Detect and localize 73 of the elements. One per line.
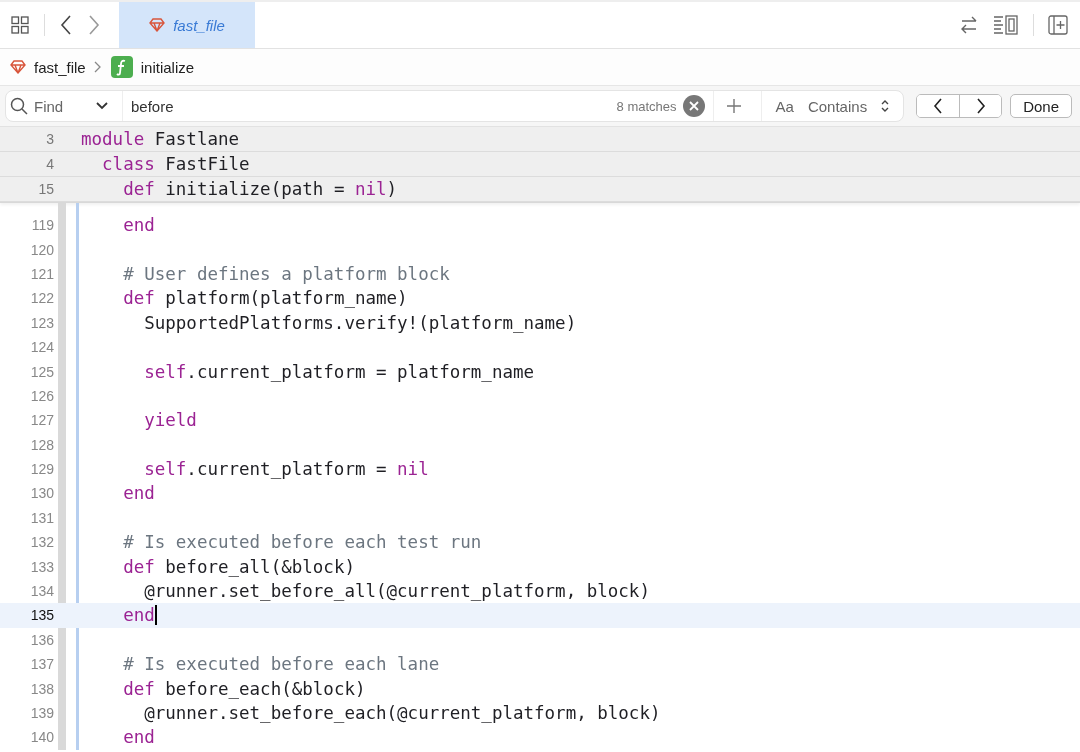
code-line: def initialize(path = nil) — [122, 179, 398, 199]
code-line: # User defines a platform block — [122, 263, 450, 284]
up-down-icon — [881, 100, 890, 112]
line-number: 138 — [29, 680, 54, 697]
code-line: self.current_platform = nil — [143, 459, 429, 480]
line-number: 130 — [29, 485, 54, 502]
code-line: yield — [143, 410, 197, 431]
grid-icon[interactable] — [10, 15, 30, 35]
line-number: 131 — [29, 509, 54, 526]
next-match-button[interactable] — [959, 95, 1002, 117]
match-count: 8 matches — [616, 98, 677, 114]
code-line: @runner.set_before_all(@current_platform, block) — [143, 581, 650, 602]
line-number: 139 — [29, 705, 54, 721]
text-cursor — [154, 605, 157, 626]
line-number: 122 — [29, 290, 54, 307]
code-line: end — [122, 727, 155, 748]
gem-icon — [149, 18, 166, 32]
function-icon — [110, 56, 133, 78]
line-number: 120 — [29, 241, 54, 258]
line-number: 119 — [30, 217, 54, 234]
previous-match-button[interactable] — [917, 95, 960, 117]
forward-icon[interactable] — [87, 14, 101, 36]
swap-icon[interactable] — [959, 16, 979, 34]
line-number: 133 — [29, 558, 54, 575]
code-line: # Is executed before each test run — [122, 532, 482, 553]
code-line: def before_all(&block) — [122, 556, 355, 577]
line-number: 3 — [45, 131, 54, 147]
line-number: 123 — [29, 314, 54, 331]
plus-icon[interactable] — [726, 99, 741, 113]
line-number: 125 — [29, 363, 54, 380]
chevron-right-icon — [975, 98, 986, 114]
line-number: 134 — [29, 583, 54, 600]
clear-icon[interactable] — [682, 95, 705, 117]
chevron-down-icon — [96, 102, 108, 110]
search-icon — [10, 97, 28, 115]
code-line: module Fastlane — [81, 129, 240, 149]
line-number: 129 — [29, 461, 54, 478]
find-mode-dropdown[interactable]: Find — [6, 91, 123, 121]
chevron-right-icon — [93, 61, 101, 73]
code-line: class FastFile — [101, 154, 250, 174]
add-editor-icon[interactable] — [1048, 15, 1068, 35]
match-navigation-control[interactable] — [916, 94, 1003, 118]
code-line: def before_each(&block) — [122, 678, 366, 699]
line-number: 124 — [29, 339, 54, 356]
code-line: SupportedPlatforms.verify!(platform_name) — [143, 312, 577, 333]
line-number: 140 — [29, 729, 54, 746]
search-field[interactable]: Find before 8 matches Aa Contains — [5, 90, 905, 122]
line-number: 4 — [45, 156, 54, 172]
line-number: 137 — [29, 656, 54, 673]
line-number: 127 — [29, 412, 54, 429]
line-number: 15 — [37, 181, 54, 197]
code-line: # Is executed before each lane — [122, 654, 440, 675]
code-line: @runner.set_before_each(@current_platform, block) — [143, 703, 661, 723]
match-type-dropdown[interactable]: Contains — [807, 97, 904, 115]
line-number: 128 — [29, 436, 54, 453]
line-number: 135 — [29, 607, 54, 624]
line-number: 126 — [29, 387, 54, 404]
code-line: end — [122, 483, 155, 504]
back-icon[interactable] — [59, 14, 73, 36]
code-line: end — [122, 605, 155, 626]
match-case-button[interactable]: Aa — [761, 97, 808, 115]
line-number: 121 — [29, 265, 54, 282]
code-line: def platform(platform_name) — [122, 288, 408, 309]
code-line: self.current_platform = platform_name — [143, 361, 535, 382]
gem-icon — [10, 60, 26, 74]
chevron-left-icon — [933, 98, 944, 114]
inspector-icon[interactable] — [993, 15, 1019, 35]
done-button[interactable]: Done — [1010, 94, 1072, 118]
code-line: end — [122, 215, 155, 236]
line-number: 132 — [29, 534, 54, 551]
breadcrumb-item[interactable]: fast_file — [10, 58, 86, 76]
line-number: 136 — [29, 631, 54, 648]
breadcrumb-item[interactable]: initialize — [110, 56, 195, 78]
